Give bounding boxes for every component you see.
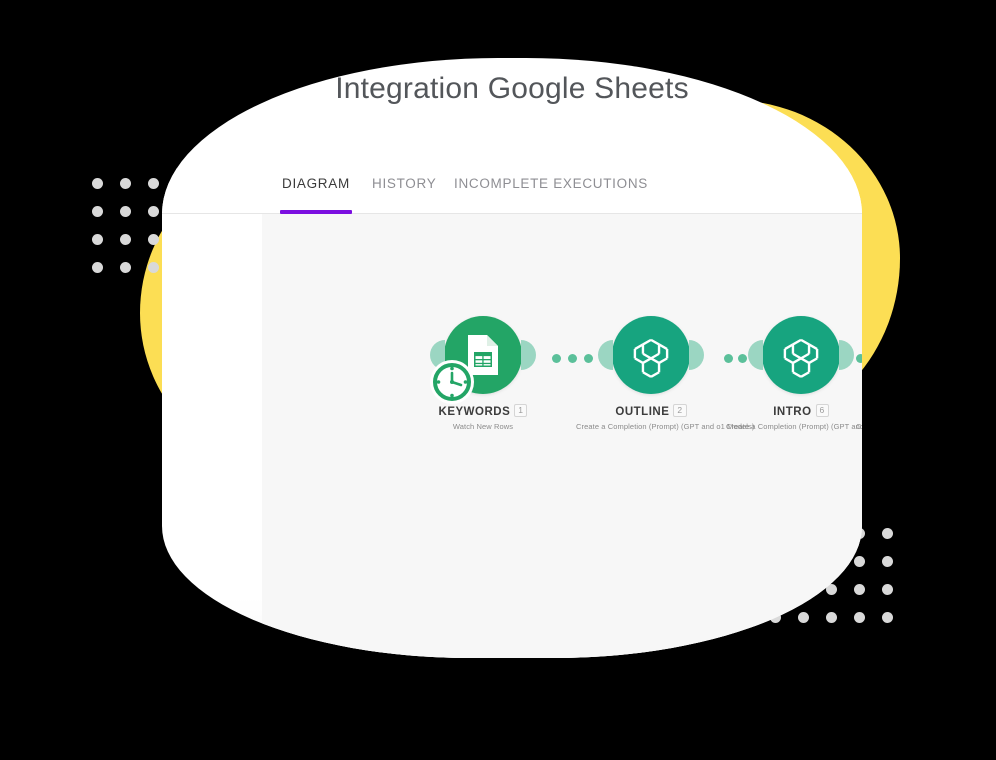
node-subtitle: Create a Completion (Prompt) (GPT and o1… xyxy=(856,422,862,431)
flow-node-intro[interactable]: INTRO 6 Create a Completion (Prompt) (GPT… xyxy=(726,316,862,431)
node-port-right xyxy=(689,340,704,370)
node-label: INTRO 6 xyxy=(726,404,862,418)
node-icon-circle[interactable] xyxy=(598,316,704,394)
tab-history-label: HISTORY xyxy=(372,176,437,191)
decorative-dot xyxy=(882,528,893,539)
decorative-dot xyxy=(148,262,159,273)
node-icon-circle[interactable] xyxy=(748,316,854,394)
node-subtitle: Create a Completion (Prompt) (GPT and o1… xyxy=(726,422,862,431)
tab-history[interactable]: HISTORY xyxy=(370,176,438,214)
decorative-dot xyxy=(92,206,103,217)
decorative-dot xyxy=(882,556,893,567)
decorative-dot xyxy=(92,178,103,189)
decorative-dot xyxy=(120,262,131,273)
node-port-right xyxy=(521,340,536,370)
decorative-dot xyxy=(120,234,131,245)
node-number: 1 xyxy=(514,404,528,417)
promo-graphic: Integration Google Sheets DIAGRAM HISTOR… xyxy=(0,0,996,760)
openai-icon xyxy=(628,332,674,378)
node-subtitle: Watch New Rows xyxy=(452,422,514,431)
node-label-text: OUTLINE xyxy=(615,406,670,418)
openai-icon xyxy=(778,332,824,378)
page-title: Integration Google Sheets xyxy=(335,72,689,105)
decorative-dot xyxy=(148,206,159,217)
flow-node-outline[interactable]: OUTLINE 2 Create a Completion (Prompt) (G… xyxy=(576,316,755,431)
tab-diagram[interactable]: DIAGRAM xyxy=(280,176,352,214)
node-port-left xyxy=(748,340,763,370)
node-port-left xyxy=(598,340,613,370)
node-label: KEYWORDS 1 xyxy=(408,404,558,418)
decorative-dot xyxy=(148,178,159,189)
decorative-dot xyxy=(882,612,893,623)
tab-incomplete-executions-label: INCOMPLETE EXECUTIONS xyxy=(454,176,648,191)
node-number: 6 xyxy=(815,404,829,417)
clock-icon xyxy=(430,360,474,404)
decorative-dot xyxy=(92,234,103,245)
flow-node-body[interactable]: BODY5 Create a Completion (Prompt) (GPT … xyxy=(856,316,862,431)
decorative-dot xyxy=(120,178,131,189)
node-label: BODY5 xyxy=(856,404,862,418)
node-subtitle: Create a Completion (Prompt) (GPT and o1… xyxy=(576,422,755,431)
node-port-right xyxy=(839,340,854,370)
app-window-card: Integration Google Sheets DIAGRAM HISTOR… xyxy=(162,58,862,658)
node-label-text: INTRO xyxy=(773,406,812,418)
node-icon-circle[interactable] xyxy=(430,316,536,404)
tab-incomplete-executions[interactable]: INCOMPLETE EXECUTIONS xyxy=(452,176,650,214)
decorative-dot xyxy=(120,206,131,217)
node-label: OUTLINE 2 xyxy=(576,404,726,418)
node-number: 2 xyxy=(673,404,687,417)
node-label-text: KEYWORDS xyxy=(438,406,511,418)
flow-node-keywords[interactable]: KEYWORDS 1 Watch New Rows xyxy=(408,316,558,431)
scenario-canvas[interactable] xyxy=(262,214,862,658)
decorative-dot xyxy=(882,584,893,595)
decorative-dot xyxy=(92,262,103,273)
tab-diagram-label: DIAGRAM xyxy=(282,176,350,191)
tab-bar: DIAGRAM HISTORY INCOMPLETE EXECUTIONS xyxy=(162,168,862,214)
decorative-dot xyxy=(148,234,159,245)
